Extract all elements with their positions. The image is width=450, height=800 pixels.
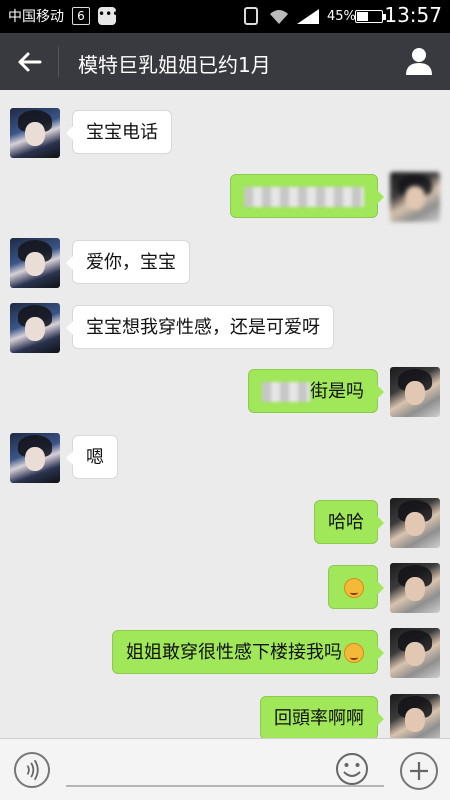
- back-arrow-icon[interactable]: [14, 47, 44, 77]
- contact-avatar[interactable]: [10, 108, 60, 158]
- battery-percent: 45%: [327, 9, 356, 24]
- my-avatar[interactable]: [390, 628, 440, 678]
- outgoing-message[interactable]: [328, 565, 384, 609]
- chat-bubble-icon: •••: [98, 7, 119, 25]
- contact-avatar[interactable]: [10, 238, 60, 288]
- my-avatar[interactable]: [390, 498, 440, 548]
- message-text: 哈哈: [328, 512, 364, 533]
- message-text: 爱你，宝宝: [86, 252, 176, 273]
- my-avatar[interactable]: [390, 694, 440, 738]
- plus-icon[interactable]: [400, 752, 438, 790]
- incoming-message[interactable]: 宝宝想我穿性感，还是可爱呀: [66, 305, 334, 349]
- outgoing-message[interactable]: 街是吗: [248, 369, 384, 413]
- incoming-message[interactable]: 爱你，宝宝: [66, 240, 190, 284]
- incoming-message[interactable]: 嗯: [66, 435, 118, 479]
- clock: 13:57: [384, 3, 442, 27]
- message-text: 宝宝电话: [86, 122, 158, 143]
- outgoing-message[interactable]: 姐姐敢穿很性感下楼接我吗: [112, 630, 384, 674]
- chat-header: 模特巨乳姐姐已约1月: [0, 33, 450, 90]
- outgoing-message[interactable]: [230, 174, 384, 218]
- wifi-icon: [270, 10, 288, 24]
- redacted-text: [244, 187, 364, 207]
- voice-icon[interactable]: [14, 752, 50, 788]
- header-divider: [58, 47, 59, 77]
- blushing-emoji-icon: [344, 643, 364, 663]
- page-title: 模特巨乳姐姐已约1月: [78, 53, 271, 77]
- my-avatar[interactable]: [390, 563, 440, 613]
- outgoing-message[interactable]: 回頭率啊啊: [260, 696, 384, 738]
- person-icon[interactable]: [404, 46, 434, 76]
- emoji-icon[interactable]: [335, 752, 369, 786]
- battery-fill: [357, 12, 368, 21]
- input-bar: [0, 738, 450, 800]
- incoming-message[interactable]: 宝宝电话: [66, 110, 172, 154]
- carrier-label: 中国移动: [8, 9, 64, 25]
- message-text: 宝宝想我穿性感，还是可爱呀: [86, 317, 320, 338]
- battery-icon: [355, 10, 383, 23]
- message-text: 街是吗: [310, 381, 364, 402]
- contact-avatar[interactable]: [10, 303, 60, 353]
- status-bar: 中国移动 6 ••• 45% 13:57: [0, 0, 450, 33]
- contact-avatar[interactable]: [10, 433, 60, 483]
- sim-badge: 6: [72, 7, 90, 25]
- message-text: 嗯: [86, 447, 104, 468]
- vibrate-icon: [244, 7, 258, 25]
- signal-icon: [297, 9, 319, 24]
- my-avatar[interactable]: [390, 367, 440, 417]
- redacted-text: [262, 382, 310, 402]
- message-text: 回頭率啊啊: [274, 708, 364, 729]
- outgoing-message[interactable]: 哈哈: [314, 500, 384, 544]
- my-avatar[interactable]: [390, 172, 440, 222]
- message-text: 姐姐敢穿很性感下楼接我吗: [126, 642, 342, 663]
- confused-emoji-icon: [344, 578, 364, 598]
- message-list[interactable]: 宝宝电话 爱你，宝宝 宝宝想我穿性感，还是可爱呀 街是吗 嗯 哈哈 姐姐敢穿很性…: [0, 90, 450, 738]
